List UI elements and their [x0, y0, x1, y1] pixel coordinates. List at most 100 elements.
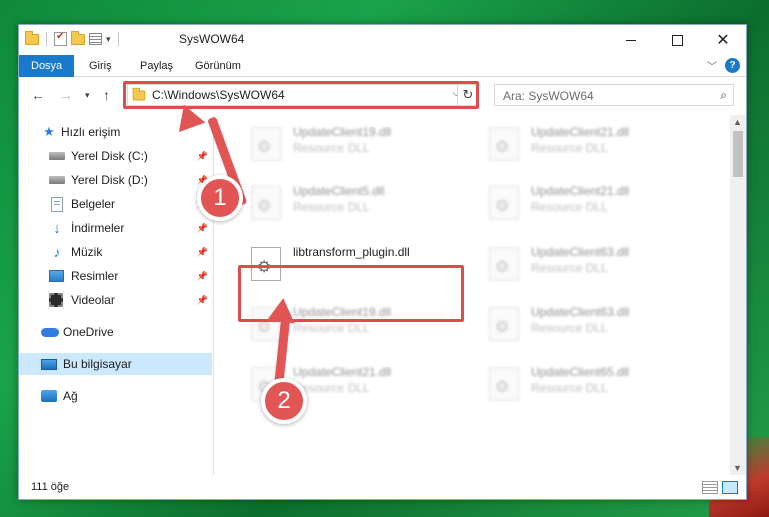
file-type: Resource DLL [531, 321, 608, 335]
file-name: UpdateClient21.dll [531, 184, 630, 198]
vertical-scrollbar[interactable]: ▲ ▼ [730, 115, 746, 475]
dll-file-icon [489, 367, 519, 401]
customize-toolbar-chevron-icon[interactable]: ▾ [106, 34, 111, 45]
sidebar-item-network[interactable]: Ağ [19, 385, 212, 407]
tab-share[interactable]: Paylaş [128, 55, 185, 77]
file-item[interactable]: UpdateClient63.dll Resource DLL [481, 241, 701, 289]
tab-view[interactable]: Görünüm [183, 55, 253, 77]
file-type: Resource DLL [531, 200, 608, 214]
tab-home[interactable]: Giriş [77, 55, 124, 77]
details-view-icon[interactable] [702, 481, 718, 494]
sidebar-item-music[interactable]: ♪ Müzik 📌 [19, 241, 212, 263]
help-icon[interactable]: ? [725, 58, 740, 73]
sidebar-item-local-disk-c[interactable]: Yerel Disk (C:) 📌 [19, 145, 212, 167]
file-name: UpdateClient21.dll [531, 125, 630, 139]
pin-icon[interactable]: 📌 [197, 151, 208, 162]
sidebar-item-label: Videolar [71, 293, 115, 307]
tab-file[interactable]: Dosya [19, 55, 75, 77]
download-icon: ↓ [53, 219, 61, 237]
toolbar-divider [117, 32, 119, 46]
search-icon[interactable]: ⌕ [720, 88, 727, 103]
title-bar: ▾ SysWOW64 ✕ [19, 25, 746, 55]
scroll-down-icon[interactable]: ▼ [733, 463, 742, 473]
back-arrow-icon[interactable]: ← [31, 87, 45, 103]
search-placeholder: Ara: SysWOW64 [503, 89, 594, 103]
pin-icon[interactable]: 📌 [197, 223, 208, 234]
properties-icon[interactable] [89, 33, 102, 45]
file-name: UpdateClient21.dll [293, 365, 392, 379]
picture-icon [49, 270, 64, 282]
minimize-button[interactable] [608, 25, 654, 55]
item-count: 111 öğe [31, 481, 70, 493]
file-item[interactable]: UpdateClient21.dll Resource DLL [481, 121, 701, 169]
sidebar-item-label: Belgeler [71, 197, 116, 211]
properties-check-icon[interactable] [54, 31, 67, 46]
file-type: Resource DLL [293, 141, 370, 155]
sidebar-item-pictures[interactable]: Resimler 📌 [19, 265, 212, 287]
file-name: UpdateClient65.dll [531, 365, 630, 379]
file-name: UpdateClient63.dll [531, 245, 630, 259]
pin-icon[interactable]: 📌 [197, 295, 208, 306]
file-name: UpdateClient63.dll [531, 305, 630, 319]
pin-icon[interactable]: 📌 [197, 271, 208, 282]
computer-icon [41, 358, 57, 370]
annotation-arrowhead-2 [266, 296, 298, 324]
file-type: Resource DLL [531, 261, 608, 275]
dll-file-icon [489, 127, 519, 161]
sidebar-item-onedrive[interactable]: OneDrive [19, 321, 212, 343]
video-icon [49, 293, 63, 307]
address-highlight-box [123, 81, 479, 109]
pin-icon[interactable]: 📌 [197, 247, 208, 258]
forward-arrow-icon[interactable]: → [59, 87, 73, 103]
sidebar-item-label: Müzik [71, 245, 103, 259]
sidebar-item-label: OneDrive [63, 325, 114, 339]
window-title: SysWOW64 [179, 32, 245, 46]
search-input[interactable]: Ara: SysWOW64 ⌕ [494, 84, 734, 106]
view-toggle [702, 481, 738, 494]
folder-icon[interactable] [25, 30, 39, 45]
file-item[interactable]: UpdateClient19.dll Resource DLL [243, 121, 463, 169]
scrollbar-thumb[interactable] [733, 131, 743, 177]
maximize-button[interactable] [654, 25, 700, 55]
file-type: Resource DLL [293, 321, 370, 335]
star-icon: ★ [43, 124, 55, 139]
navigation-bar: ← → ▾ ↑ C:\Windows\SysWOW64 ⌵ ↻ Ara: Sys… [19, 78, 746, 113]
sidebar-item-downloads[interactable]: ↓ İndirmeler 📌 [19, 217, 212, 239]
sidebar-item-documents[interactable]: Belgeler 📌 [19, 193, 212, 215]
caption-buttons: ✕ [608, 25, 746, 55]
up-arrow-icon[interactable]: ↑ [103, 87, 110, 103]
file-item[interactable]: UpdateClient63.dll Resource DLL [481, 301, 701, 349]
sidebar-item-this-pc[interactable]: Bu bilgisayar [19, 353, 212, 375]
sidebar-item-label: Yerel Disk (D:) [71, 173, 148, 187]
music-icon: ♪ [53, 244, 61, 260]
sidebar-item-label: Yerel Disk (C:) [71, 149, 148, 163]
dll-file-icon [251, 127, 281, 161]
file-item[interactable]: UpdateClient5.dll Resource DLL [243, 180, 463, 228]
dll-file-icon [489, 307, 519, 341]
document-icon [51, 196, 63, 212]
explorer-window: ▾ SysWOW64 ✕ Dosya Giriş Paylaş Görünüm … [18, 24, 747, 500]
new-folder-icon[interactable] [71, 30, 85, 45]
dll-file-icon [251, 186, 281, 220]
ribbon-controls: ﹀ ? [707, 58, 740, 73]
sidebar-item-label: Hızlı erişim [61, 125, 121, 139]
ribbon-tabs: Dosya Giriş Paylaş Görünüm ﹀ ? [19, 55, 746, 77]
file-item[interactable]: UpdateClient65.dll Resource DLL [481, 361, 701, 409]
scroll-up-icon[interactable]: ▲ [733, 117, 742, 127]
step-2-badge: 2 [261, 378, 307, 424]
close-button[interactable]: ✕ [700, 25, 746, 55]
dll-file-icon [489, 186, 519, 220]
drive-icon [49, 176, 65, 184]
recent-locations-chevron-icon[interactable]: ▾ [85, 90, 90, 101]
sidebar-item-label: Ağ [63, 389, 78, 403]
navigation-pane: ★ Hızlı erişim Yerel Disk (C:) 📌 Yerel D… [19, 115, 214, 475]
file-name: UpdateClient19.dll [293, 125, 392, 139]
large-icons-view-icon[interactable] [722, 481, 738, 494]
toolbar-divider [46, 32, 47, 46]
file-name: UpdateClient5.dll [293, 184, 385, 198]
file-type: Resource DLL [531, 141, 608, 155]
sidebar-item-videos[interactable]: Videolar 📌 [19, 289, 212, 311]
expand-ribbon-chevron-icon[interactable]: ﹀ [707, 58, 717, 73]
sidebar-item-local-disk-d[interactable]: Yerel Disk (D:) 📌 [19, 169, 212, 191]
file-item[interactable]: UpdateClient21.dll Resource DLL [481, 180, 701, 228]
